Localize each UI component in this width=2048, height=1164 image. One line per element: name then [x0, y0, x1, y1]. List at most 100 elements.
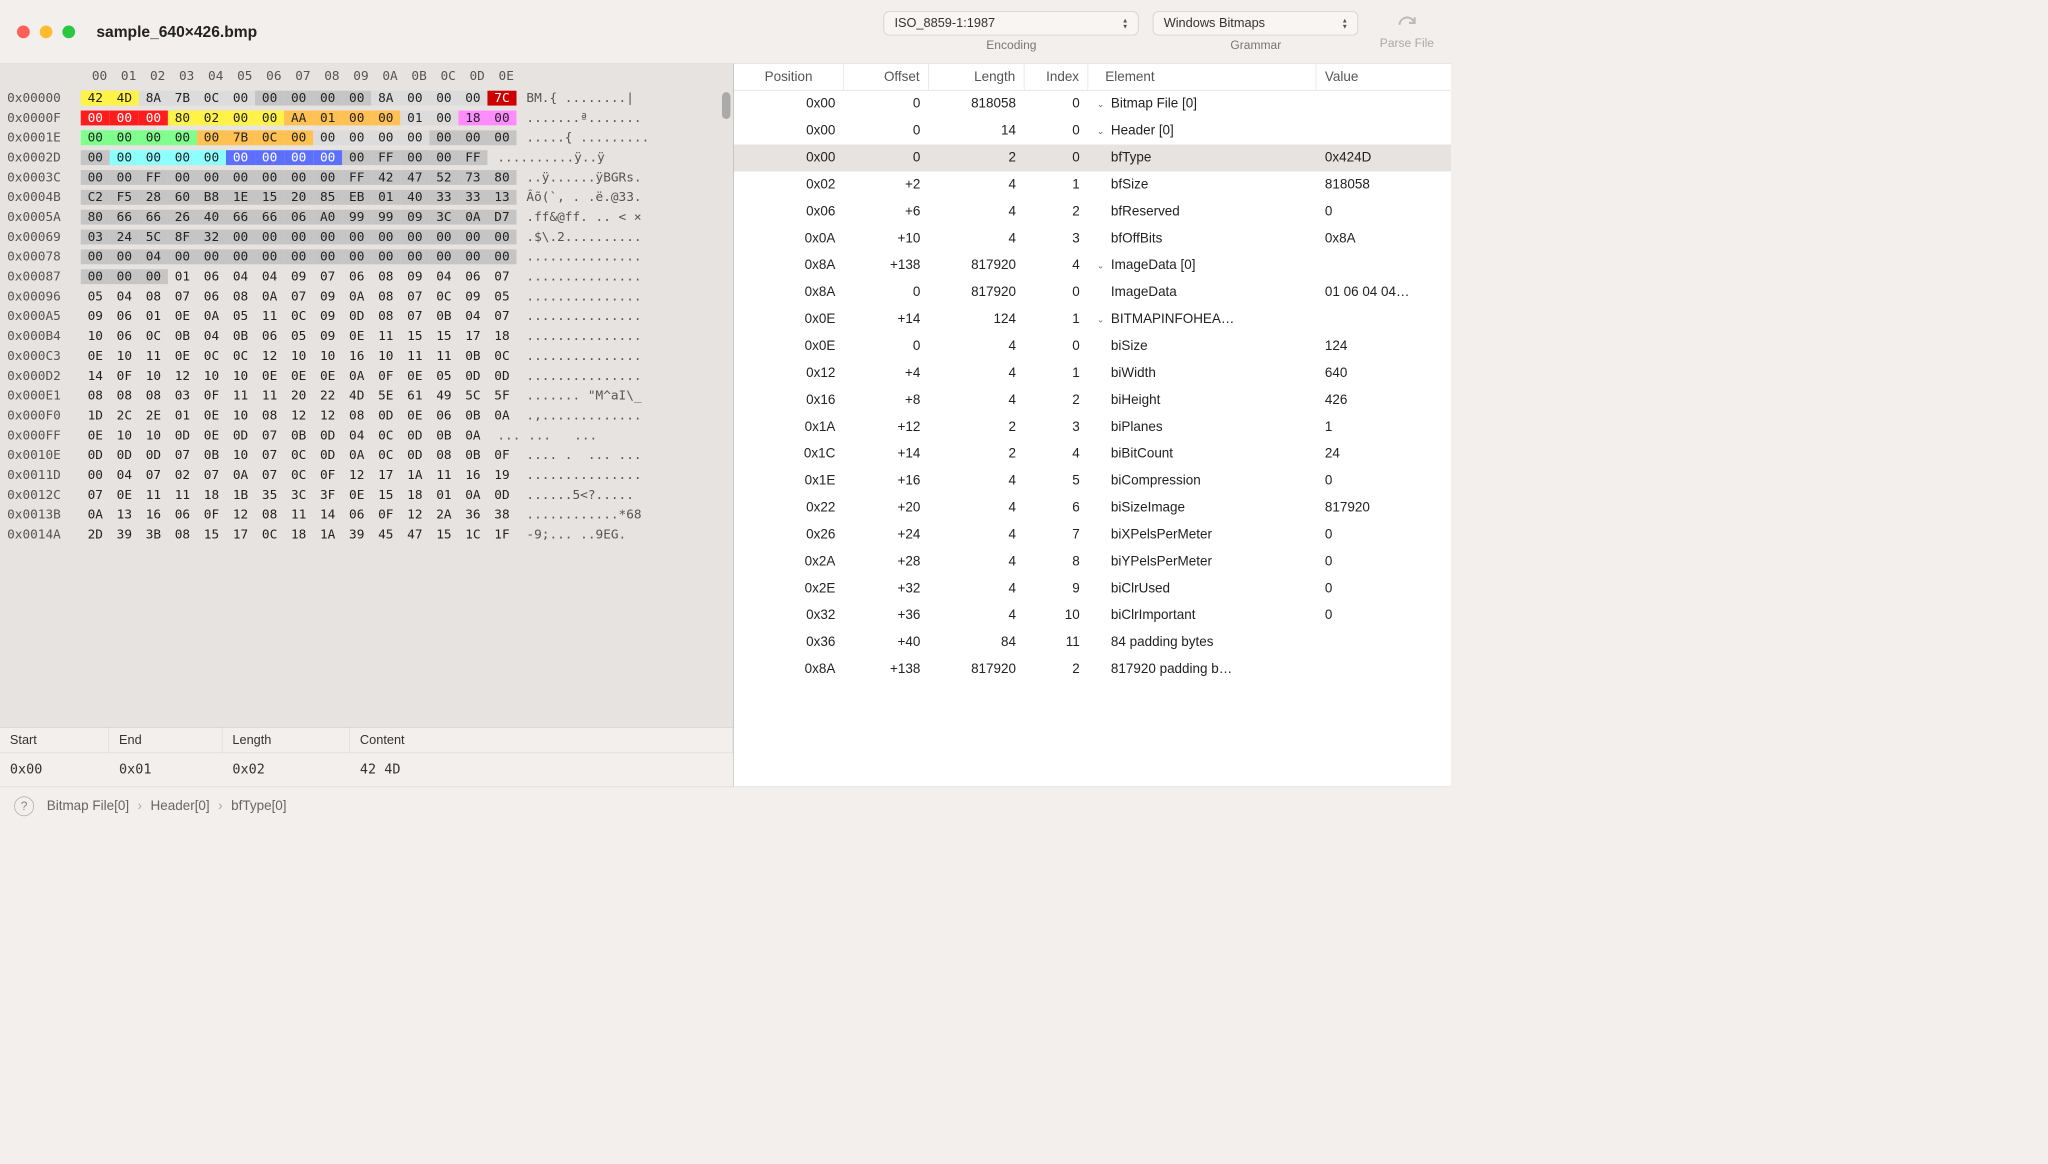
hex-byte[interactable]: 10 — [110, 348, 139, 363]
tree-row[interactable]: 0x0E+141241⌄BITMAPINFOHEA… — [734, 306, 1451, 333]
hex-byte[interactable]: 1D — [81, 408, 110, 423]
hex-byte[interactable]: 00 — [487, 249, 516, 264]
hex-byte[interactable]: 01 — [168, 408, 197, 423]
hex-byte[interactable]: 18 — [400, 487, 429, 502]
hex-byte[interactable]: 2D — [81, 527, 110, 542]
hex-byte[interactable]: 0D — [168, 428, 197, 443]
hex-byte[interactable]: 00 — [168, 130, 197, 145]
hex-byte[interactable]: 0C — [284, 309, 313, 324]
disclosure-icon[interactable]: ⌄ — [1097, 125, 1107, 136]
hex-byte[interactable]: 00 — [255, 249, 284, 264]
hex-byte[interactable]: 05 — [284, 328, 313, 343]
hex-byte[interactable]: 0E — [81, 348, 110, 363]
hex-byte[interactable]: 00 — [487, 110, 516, 125]
hex-byte[interactable]: 08 — [81, 388, 110, 403]
hex-byte[interactable]: 0B — [226, 328, 255, 343]
hex-byte[interactable]: 00 — [429, 130, 458, 145]
hex-byte[interactable]: 0B — [458, 408, 487, 423]
hex-byte[interactable]: 0B — [458, 348, 487, 363]
hex-byte[interactable]: F5 — [110, 190, 139, 205]
hex-byte[interactable]: 0C — [255, 527, 284, 542]
hex-byte[interactable]: 00 — [81, 249, 110, 264]
hex-byte[interactable]: 17 — [371, 467, 400, 482]
hex-byte[interactable]: 5F — [487, 388, 516, 403]
hex-byte[interactable]: 10 — [81, 328, 110, 343]
hex-byte[interactable]: 11 — [255, 309, 284, 324]
hex-byte[interactable]: 11 — [139, 487, 168, 502]
hex-byte[interactable]: 0D — [400, 447, 429, 462]
hex-byte[interactable]: 07 — [139, 467, 168, 482]
hex-byte[interactable]: 00 — [139, 110, 168, 125]
hex-byte[interactable]: 18 — [197, 487, 226, 502]
hex-byte[interactable]: 0E — [110, 487, 139, 502]
hex-byte[interactable]: 06 — [342, 269, 371, 284]
zoom-icon[interactable] — [62, 25, 75, 38]
hex-byte[interactable]: 04 — [110, 289, 139, 304]
hex-byte[interactable]: 0B — [429, 309, 458, 324]
hex-byte[interactable]: 04 — [110, 467, 139, 482]
hex-byte[interactable]: 28 — [139, 190, 168, 205]
tree-row[interactable]: 0x1C+1424biBitCount24 — [734, 441, 1451, 468]
tree-row[interactable]: 0x12+441biWidth640 — [734, 360, 1451, 387]
hex-byte[interactable]: 36 — [458, 507, 487, 522]
tree-row[interactable]: 0x16+842biHeight426 — [734, 387, 1451, 414]
hex-byte[interactable]: 0D — [110, 447, 139, 462]
hex-byte[interactable]: 16 — [342, 348, 371, 363]
hex-byte[interactable]: 42 — [81, 90, 110, 105]
hex-byte[interactable]: 11 — [139, 348, 168, 363]
hex-row[interactable]: 0x000E1080808030F111120224D5E61495C5F...… — [0, 385, 733, 405]
hex-byte[interactable]: 08 — [255, 408, 284, 423]
hex-byte[interactable]: 00 — [226, 249, 255, 264]
hex-byte[interactable]: 07 — [400, 309, 429, 324]
hex-byte[interactable]: 11 — [284, 507, 313, 522]
tree-row[interactable]: 0x22+2046biSizeImage817920 — [734, 495, 1451, 522]
hex-byte[interactable]: 00 — [400, 130, 429, 145]
hex-byte[interactable]: 73 — [458, 170, 487, 185]
hex-byte[interactable]: 02 — [197, 110, 226, 125]
hex-byte[interactable]: 00 — [81, 170, 110, 185]
hex-byte[interactable]: 10 — [197, 368, 226, 383]
help-button[interactable]: ? — [14, 796, 34, 816]
hex-byte[interactable]: 00 — [139, 150, 168, 165]
hex-byte[interactable]: 0F — [371, 507, 400, 522]
hex-byte[interactable]: EB — [342, 190, 371, 205]
hex-byte[interactable]: 10 — [284, 348, 313, 363]
hex-row[interactable]: 0x000960504080706080A07090A08070C0905...… — [0, 286, 733, 306]
hex-byte[interactable]: 20 — [284, 388, 313, 403]
hex-byte[interactable]: 22 — [313, 388, 342, 403]
hex-byte[interactable]: 19 — [487, 467, 516, 482]
hex-byte[interactable]: 08 — [110, 388, 139, 403]
hex-byte[interactable]: 18 — [284, 527, 313, 542]
hex-byte[interactable]: 0A — [458, 487, 487, 502]
hex-byte[interactable]: 80 — [81, 209, 110, 224]
hex-byte[interactable]: 07 — [168, 289, 197, 304]
hex-byte[interactable]: 0A — [255, 289, 284, 304]
col-index[interactable]: Index — [1024, 64, 1088, 90]
hex-byte[interactable]: 0D — [400, 428, 429, 443]
hex-byte[interactable]: 11 — [168, 487, 197, 502]
hex-byte[interactable]: 0E — [81, 428, 110, 443]
hex-byte[interactable]: 0D — [487, 487, 516, 502]
hex-byte[interactable]: 0E — [197, 408, 226, 423]
hex-byte[interactable]: 01 — [371, 190, 400, 205]
hex-byte[interactable]: 1A — [313, 527, 342, 542]
hex-byte[interactable]: 47 — [400, 527, 429, 542]
hex-byte[interactable]: 0E — [400, 368, 429, 383]
hex-byte[interactable]: 3C — [284, 487, 313, 502]
hex-byte[interactable]: 61 — [400, 388, 429, 403]
hex-byte[interactable]: 00 — [81, 150, 110, 165]
hex-byte[interactable]: 14 — [81, 368, 110, 383]
hex-byte[interactable]: 01 — [139, 309, 168, 324]
hex-byte[interactable]: 10 — [139, 368, 168, 383]
hex-byte[interactable]: 09 — [400, 269, 429, 284]
hex-byte[interactable]: D7 — [487, 209, 516, 224]
hex-byte[interactable]: 0C — [284, 467, 313, 482]
hex-byte[interactable]: 07 — [255, 428, 284, 443]
hex-byte[interactable]: 11 — [371, 328, 400, 343]
hex-byte[interactable]: 07 — [255, 467, 284, 482]
hex-byte[interactable]: 00 — [284, 170, 313, 185]
hex-byte[interactable]: 00 — [284, 130, 313, 145]
hex-row[interactable]: 0x0000F00000080020000AA01000001001800...… — [0, 108, 733, 128]
hex-byte[interactable]: 04 — [226, 269, 255, 284]
hex-byte[interactable]: 00 — [284, 229, 313, 244]
